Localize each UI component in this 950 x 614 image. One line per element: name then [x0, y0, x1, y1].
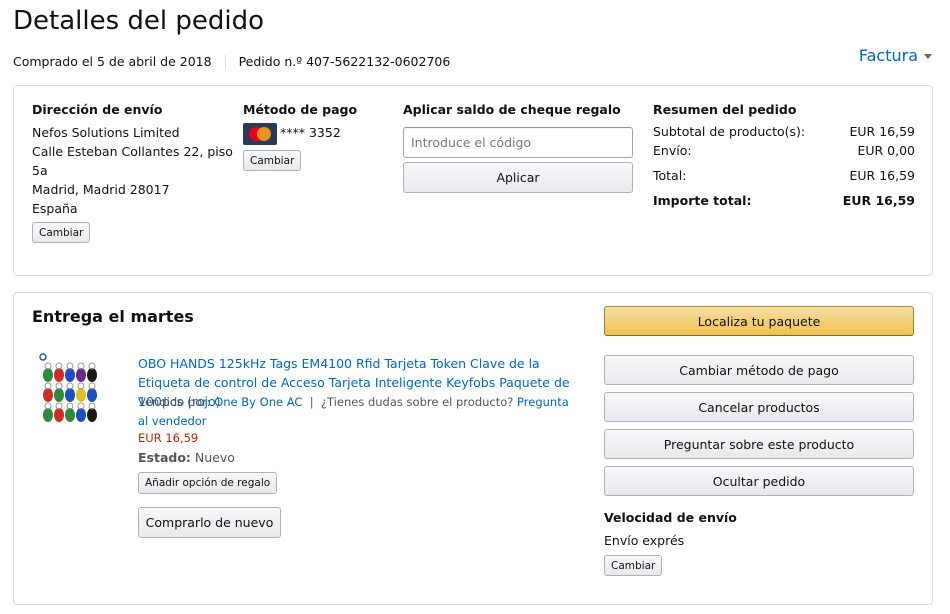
change-payment-method-button[interactable]: Cambiar método de pago — [604, 355, 914, 385]
summary-label: Total: — [653, 168, 687, 183]
address-line: Nefos Solutions Limited — [32, 125, 180, 140]
mastercard-icon — [243, 123, 277, 145]
address-line: Calle Esteban Collantes 22, piso — [32, 144, 233, 159]
condition-value: Nuevo — [194, 450, 235, 465]
summary-label: Envío: — [653, 143, 692, 158]
seller-line: Vendido por: One By One AC | ¿Tienes dud… — [138, 393, 582, 431]
apply-gift-card-button[interactable]: Aplicar — [403, 162, 633, 193]
product-image[interactable] — [38, 353, 110, 435]
product-price: EUR 16,59 — [138, 431, 199, 445]
summary-row-shipping: Envío: EUR 0,00 — [653, 143, 915, 158]
summary-row-total: Total: EUR 16,59 — [653, 168, 915, 183]
summary-label: Importe total: — [653, 193, 752, 208]
payment-method-heading: Método de pago — [243, 102, 358, 117]
product-condition: Estado: Nuevo — [138, 450, 235, 465]
summary-value: EUR 16,59 — [842, 193, 915, 208]
condition-label: Estado: — [138, 450, 191, 465]
invoice-dropdown[interactable]: Factura — [859, 46, 932, 65]
address-line: 5a — [32, 163, 48, 178]
address-line: Madrid, Madrid 28017 — [32, 182, 170, 197]
address-line: España — [32, 201, 78, 216]
delivery-box: Entrega el martes OBO HANDS 125kHz Tags — [13, 292, 933, 605]
hide-order-button[interactable]: Ocultar pedido — [604, 466, 914, 496]
ask-product-button[interactable]: Preguntar sobre este producto — [604, 429, 914, 459]
track-package-button[interactable]: Localiza tu paquete — [604, 306, 914, 336]
product-question-text: ¿Tienes dudas sobre el producto? — [320, 395, 514, 409]
change-payment-button[interactable]: Cambiar — [243, 150, 302, 171]
seller-divider: | — [306, 395, 318, 409]
summary-label: Subtotal de producto(s): — [653, 124, 806, 139]
meta-divider — [224, 54, 226, 69]
order-summary-heading: Resumen del pedido — [653, 102, 797, 117]
sold-by-label: Vendido por: — [138, 395, 211, 409]
invoice-label: Factura — [858, 46, 918, 65]
delivery-heading: Entrega el martes — [32, 307, 194, 326]
gift-card-input[interactable] — [403, 127, 633, 158]
seller-link[interactable]: One By One AC — [214, 395, 302, 409]
card-number: **** 3352 — [280, 125, 341, 140]
summary-row-subtotal: Subtotal de producto(s): EUR 16,59 — [653, 124, 915, 139]
change-address-button[interactable]: Cambiar — [32, 222, 91, 243]
buy-again-button[interactable]: Comprarlo de nuevo — [138, 507, 281, 538]
summary-value: EUR 0,00 — [857, 143, 915, 158]
cancel-items-button[interactable]: Cancelar productos — [604, 392, 914, 422]
order-meta: Comprado el 5 de abril de 2018 Pedido n.… — [13, 54, 450, 69]
shipping-address-heading: Dirección de envío — [32, 102, 163, 117]
summary-row-grand-total: Importe total: EUR 16,59 — [653, 193, 915, 208]
order-info-box: Dirección de envío Nefos Solutions Limit… — [13, 85, 933, 276]
summary-value: EUR 16,59 — [849, 168, 916, 183]
page-title: Detalles del pedido — [13, 6, 265, 36]
gift-card-heading: Aplicar saldo de cheque regalo — [403, 102, 621, 117]
summary-value: EUR 16,59 — [849, 124, 916, 139]
shipping-speed-heading: Velocidad de envío — [604, 510, 737, 525]
order-number: Pedido n.º 407-5622132-0602706 — [238, 54, 451, 69]
change-shipping-speed-button[interactable]: Cambiar — [604, 555, 663, 576]
purchase-date: Comprado el 5 de abril de 2018 — [13, 54, 212, 69]
add-gift-option-button[interactable]: Añadir opción de regalo — [138, 472, 278, 494]
shipping-speed-value: Envío exprés — [604, 533, 685, 548]
caret-down-icon — [924, 54, 932, 59]
